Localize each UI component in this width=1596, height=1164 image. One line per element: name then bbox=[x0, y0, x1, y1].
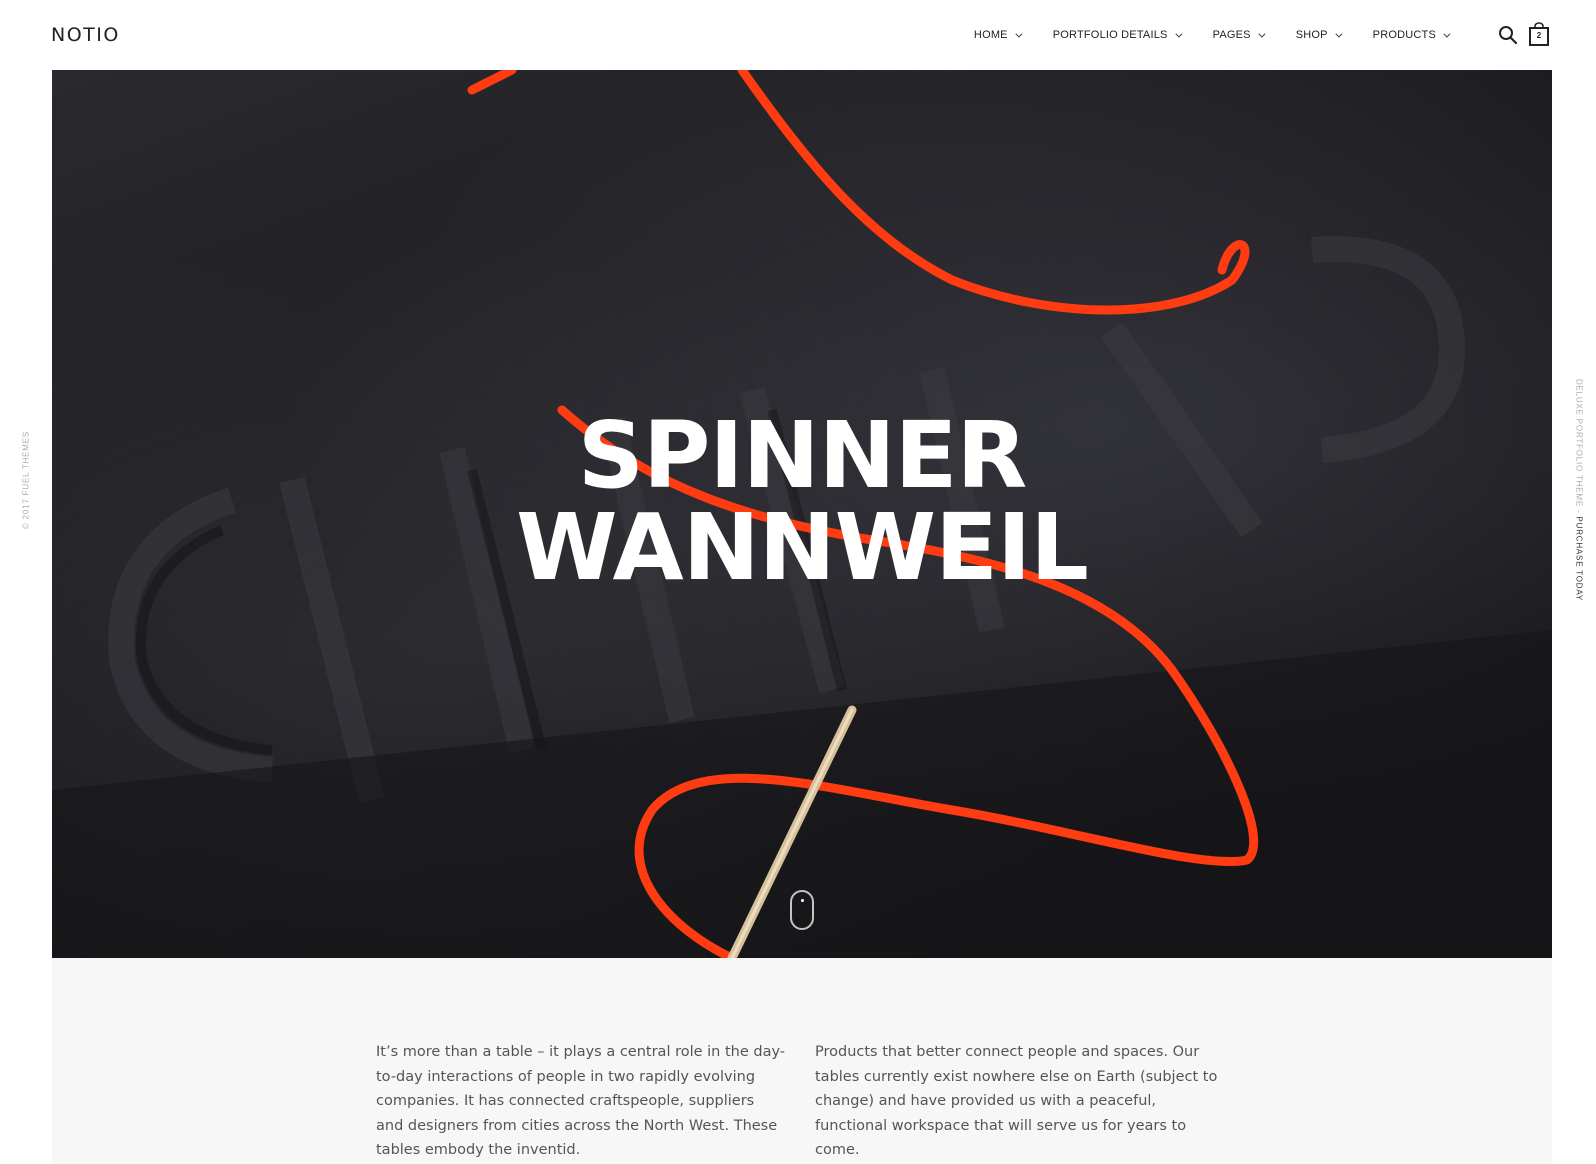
hero-title-line-1: SPINNER bbox=[577, 402, 1028, 509]
chevron-down-icon bbox=[1335, 30, 1343, 38]
cart-count-badge: 2 bbox=[1536, 31, 1542, 40]
nav-products[interactable]: PRODUCTS bbox=[1372, 29, 1451, 41]
nav-shop-label: SHOP bbox=[1295, 29, 1328, 41]
cart-button[interactable]: 2 bbox=[1528, 22, 1550, 46]
scroll-dot bbox=[801, 899, 804, 902]
nav-portfolio-details-label: PORTFOLIO DETAILS bbox=[1052, 29, 1168, 41]
hero-section: SPINNER WANNWEIL bbox=[52, 70, 1552, 958]
copyright-text: © 2017 FUEL THEMES bbox=[21, 430, 31, 530]
nav-pages-label: PAGES bbox=[1212, 29, 1251, 41]
hero-title: SPINNER WANNWEIL bbox=[52, 410, 1552, 594]
intro-paragraph-1: It’s more than a table – it plays a cent… bbox=[376, 1044, 786, 1158]
main-nav: HOME PORTFOLIO DETAILS PAGES SHOP PRODUC… bbox=[973, 0, 1451, 70]
nav-home[interactable]: HOME bbox=[973, 29, 1023, 41]
site-header: NOTIO HOME PORTFOLIO DETAILS PAGES SHOP … bbox=[0, 0, 1596, 70]
content-section: It’s more than a table – it plays a cent… bbox=[52, 958, 1552, 1164]
side-promo: DELUXE PORTFOLIO THEME - PURCHASE TODAY bbox=[1575, 379, 1584, 601]
purchase-link[interactable]: PURCHASE TODAY bbox=[1575, 516, 1584, 601]
scroll-down-icon[interactable] bbox=[790, 890, 814, 930]
chevron-down-icon bbox=[1015, 30, 1023, 38]
chevron-down-icon bbox=[1258, 30, 1266, 38]
nav-shop[interactable]: SHOP bbox=[1295, 29, 1343, 41]
hero-title-line-2: WANNWEIL bbox=[516, 494, 1089, 601]
nav-products-label: PRODUCTS bbox=[1372, 29, 1436, 41]
chevron-down-icon bbox=[1443, 30, 1451, 38]
nav-portfolio-details[interactable]: PORTFOLIO DETAILS bbox=[1052, 29, 1183, 41]
nav-home-label: HOME bbox=[973, 29, 1008, 41]
chevron-down-icon bbox=[1174, 30, 1183, 38]
nav-pages[interactable]: PAGES bbox=[1212, 29, 1266, 41]
intro-paragraph-2: Products that better connect people and … bbox=[815, 1044, 1218, 1158]
search-icon[interactable] bbox=[1498, 25, 1518, 45]
site-logo[interactable]: NOTIO bbox=[51, 24, 120, 46]
side-promo-text: DELUXE PORTFOLIO THEME - bbox=[1574, 378, 1584, 517]
